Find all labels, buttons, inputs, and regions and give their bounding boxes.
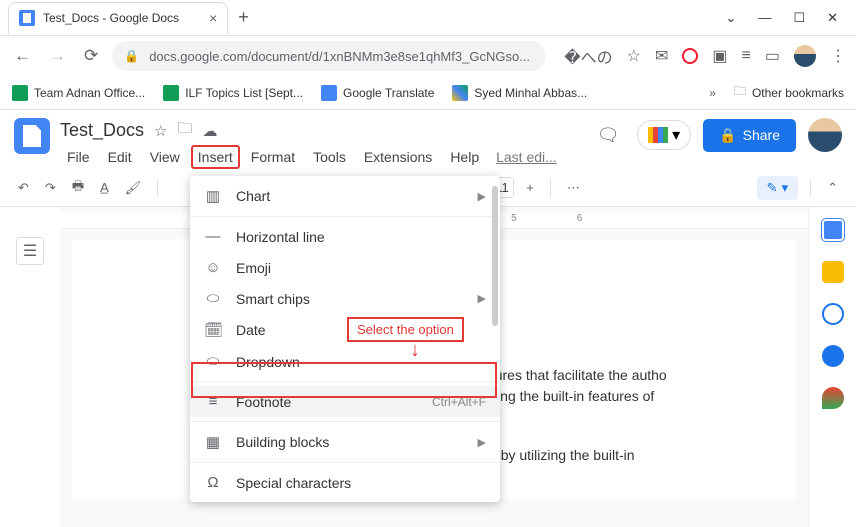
reader-icon[interactable]: ▭ — [765, 46, 780, 66]
footnote-icon: ≡ — [204, 393, 222, 410]
docs-logo[interactable] — [14, 118, 50, 154]
bookmark-ilf-topics[interactable]: ILF Topics List [Sept... — [163, 85, 303, 101]
url-text: docs.google.com/document/d/1xnBNMm3e8se1… — [149, 49, 530, 64]
chevron-down-icon[interactable]: ⌄ — [726, 10, 737, 26]
maximize-icon[interactable]: ☐ — [793, 10, 805, 26]
menu-view[interactable]: View — [143, 145, 187, 169]
translate-icon — [321, 85, 337, 101]
dropdown-icon: ⬭ — [204, 353, 222, 370]
docs-favicon — [19, 10, 35, 26]
print-button[interactable]: 🖶 — [68, 173, 88, 203]
tune-icon[interactable]: ≡ — [742, 47, 751, 65]
annotation-arrow-icon: ↓ — [410, 340, 420, 360]
cloud-status-icon[interactable]: ☁ — [203, 122, 218, 140]
share-icon[interactable]: �への — [564, 44, 612, 68]
opera-icon[interactable] — [682, 48, 698, 64]
drive-icon — [452, 85, 468, 101]
horizontal-line-icon: — — [204, 228, 222, 245]
forward-button: → — [45, 42, 70, 70]
lock-icon: 🔒 — [124, 49, 139, 63]
star-icon[interactable]: ☆ — [154, 122, 167, 140]
pencil-icon: ✎ — [767, 180, 778, 196]
meet-icon — [648, 127, 668, 143]
sheets-icon — [163, 85, 179, 101]
menu-format[interactable]: Format — [244, 145, 302, 169]
browser-tab[interactable]: Test_Docs - Google Docs × — [8, 2, 228, 34]
expand-icon[interactable]: ⌃ — [823, 176, 842, 200]
move-icon[interactable]: 🗀 — [178, 118, 193, 143]
smart-chips-icon: ⬭ — [204, 290, 222, 307]
close-window-icon[interactable]: ✕ — [827, 10, 838, 26]
tab-title: Test_Docs - Google Docs — [43, 11, 179, 25]
menu-insert[interactable]: Insert — [191, 145, 240, 169]
menu-tools[interactable]: Tools — [306, 145, 353, 169]
chevron-down-icon: ▾ — [782, 180, 789, 196]
bookmark-syed-minhal[interactable]: Syed Minhal Abbas... — [452, 85, 587, 101]
contacts-icon[interactable] — [822, 345, 844, 367]
other-bookmarks[interactable]: 🗀 Other bookmarks — [734, 82, 844, 103]
menu-edit[interactable]: Edit — [101, 145, 139, 169]
back-button[interactable]: ← — [10, 42, 35, 70]
chart-icon: ▥ — [204, 187, 222, 205]
more-toolbar-icon[interactable]: ⋯ — [563, 176, 584, 200]
minimize-icon[interactable]: — — [758, 10, 771, 26]
mail-icon[interactable]: ✉ — [655, 46, 668, 66]
redo-button[interactable]: ↷ — [41, 176, 60, 200]
menu-file[interactable]: File — [60, 145, 97, 169]
address-bar[interactable]: 🔒 docs.google.com/document/d/1xnBNMm3e8s… — [112, 41, 546, 71]
kebab-menu-icon[interactable]: ⋮ — [830, 46, 846, 66]
folder-icon: 🗀 — [734, 82, 746, 103]
special-chars-icon: Ω — [204, 474, 222, 491]
star-icon[interactable]: ☆ — [627, 46, 641, 66]
share-button[interactable]: 🔒 Share — [703, 119, 796, 152]
document-title[interactable]: Test_Docs — [60, 120, 144, 141]
outline-icon[interactable]: ☰ — [16, 237, 44, 265]
reload-button[interactable]: ⟳ — [80, 42, 102, 70]
menu-help[interactable]: Help — [443, 145, 486, 169]
menu-item-smart-chips[interactable]: ⬭ Smart chips ▶ — [190, 283, 500, 314]
chevron-down-icon: ▾ — [672, 125, 680, 145]
menu-item-special-characters[interactable]: Ω Special characters — [190, 467, 500, 498]
shortcut-label: Ctrl+Alt+F — [432, 395, 486, 409]
tasks-icon[interactable] — [822, 303, 844, 325]
keep-icon[interactable] — [822, 261, 844, 283]
extension-icon[interactable]: ▣ — [712, 46, 727, 66]
editing-mode-button[interactable]: ✎ ▾ — [757, 176, 798, 200]
bookmark-google-translate[interactable]: Google Translate — [321, 85, 434, 101]
submenu-arrow-icon: ▶ — [478, 190, 486, 203]
calendar-icon[interactable] — [822, 219, 844, 241]
menu-item-chart[interactable]: ▥ Chart ▶ — [190, 180, 500, 212]
building-blocks-icon: ▦ — [204, 433, 222, 451]
menu-item-horizontal-line[interactable]: — Horizontal line — [190, 221, 500, 252]
emoji-icon: ☺ — [204, 259, 222, 276]
spellcheck-button[interactable]: A̲ — [96, 176, 113, 199]
paint-format-button[interactable]: 🖌 — [121, 176, 146, 200]
bookmark-team-adnan[interactable]: Team Adnan Office... — [12, 85, 145, 101]
profile-avatar[interactable] — [808, 118, 842, 152]
undo-button[interactable]: ↶ — [14, 176, 33, 200]
comments-icon[interactable]: 🗨 — [591, 118, 625, 152]
bookmarks-overflow-icon[interactable]: » — [709, 86, 716, 100]
new-tab-button[interactable]: + — [238, 7, 249, 28]
close-tab-icon[interactable]: × — [209, 10, 217, 26]
menu-extensions[interactable]: Extensions — [357, 145, 439, 169]
sheets-icon — [12, 85, 28, 101]
calendar-icon: 🗓 — [204, 321, 222, 339]
last-edit-link[interactable]: Last edi... — [496, 145, 557, 169]
font-size-plus[interactable]: + — [522, 176, 538, 199]
maps-icon[interactable] — [822, 387, 844, 409]
lock-icon: 🔒 — [719, 127, 736, 144]
profile-avatar-small[interactable] — [794, 45, 816, 67]
submenu-arrow-icon: ▶ — [478, 436, 486, 449]
submenu-arrow-icon: ▶ — [478, 292, 486, 305]
menu-item-dropdown[interactable]: ⬭ Dropdown — [190, 346, 500, 377]
menu-item-emoji[interactable]: ☺ Emoji — [190, 252, 500, 283]
menu-item-building-blocks[interactable]: ▦ Building blocks ▶ — [190, 426, 500, 458]
meet-button[interactable]: ▾ — [637, 120, 691, 150]
annotation-callout: Select the option — [347, 317, 464, 342]
menu-item-footnote[interactable]: ≡ Footnote Ctrl+Alt+F — [190, 386, 500, 417]
